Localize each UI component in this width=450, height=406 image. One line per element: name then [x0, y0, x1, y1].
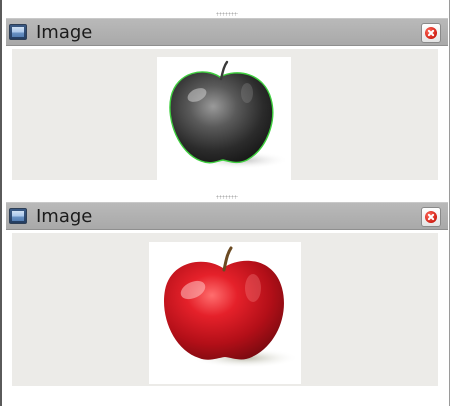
panel-1-titlebar[interactable]: Image [6, 18, 448, 46]
app-window: Image Image [0, 0, 450, 406]
panel-2-titlebar[interactable]: Image [6, 202, 448, 230]
image-window-icon [9, 24, 27, 40]
panel-2-title: Image [36, 206, 93, 227]
image-panel-2: Image [6, 202, 448, 400]
splitter-handle-middle[interactable] [216, 195, 238, 199]
panel-2-image-area [12, 233, 438, 386]
panel-1-image-area [12, 49, 438, 181]
panel-1-title: Image [36, 22, 93, 43]
close-icon [425, 211, 437, 223]
image-panel-1: Image [6, 18, 448, 184]
close-icon [425, 27, 437, 39]
panel-2-close-button[interactable] [421, 207, 441, 227]
grayscale-apple-image [157, 57, 291, 181]
splitter-handle-top[interactable] [216, 12, 238, 16]
image-window-icon [9, 208, 27, 224]
panel-1-close-button[interactable] [421, 23, 441, 43]
red-apple-image [149, 242, 301, 384]
